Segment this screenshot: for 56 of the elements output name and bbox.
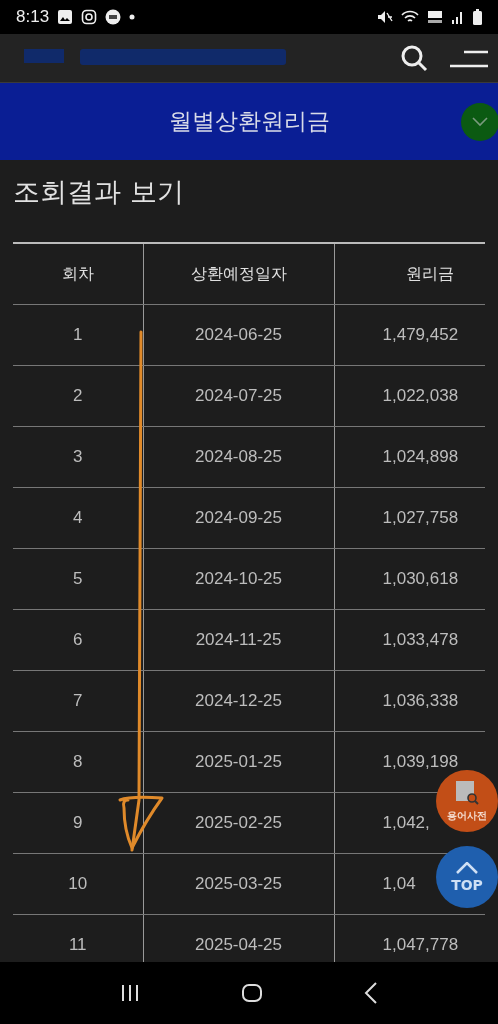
- search-icon[interactable]: [400, 44, 428, 72]
- mute-icon: [377, 10, 393, 24]
- table-cell: 1,479,452: [382, 325, 459, 344]
- table-cell: 1,036,338: [382, 691, 459, 710]
- table-cell: 8: [73, 752, 83, 771]
- wifi-icon: [401, 10, 419, 24]
- status-time: 8:13: [16, 7, 50, 27]
- table-cell: 1,04: [382, 874, 416, 893]
- table-cell: 1,047,778: [382, 935, 459, 954]
- table-cell: 2024-12-25: [195, 691, 282, 710]
- table-cell: 1,033,478: [382, 630, 459, 649]
- table-cell: 2024-06-25: [195, 325, 282, 344]
- table-cell: 2024-07-25: [195, 386, 282, 405]
- column-header: 원리금: [405, 263, 454, 283]
- table-cell: 2025-03-25: [195, 874, 282, 893]
- table-cell: 1,030,618: [382, 569, 459, 588]
- table-cell: 2024-10-25: [195, 569, 282, 588]
- section-title: 조회결과 보기: [13, 175, 185, 209]
- dot-icon: [129, 14, 136, 20]
- battery-icon: [473, 9, 482, 25]
- book-search-icon: [455, 779, 479, 806]
- table-cell: 2025-01-25: [195, 752, 282, 771]
- table-cell: 3: [73, 447, 83, 466]
- table-cell: 1: [73, 325, 83, 344]
- table-cell: 5: [73, 569, 83, 588]
- table-cell: 1,027,758: [382, 508, 459, 527]
- table-cell: 9: [73, 813, 83, 832]
- expand-button[interactable]: [461, 103, 498, 141]
- signal-icon: [451, 10, 465, 24]
- table-cell: 1,022,038: [382, 386, 459, 405]
- page-title: 월별상환원리금: [168, 107, 330, 136]
- recent-apps-icon[interactable]: [120, 984, 141, 1002]
- back-icon[interactable]: [363, 982, 378, 1004]
- column-header: 회차: [61, 263, 94, 283]
- gallery-icon: [57, 9, 74, 25]
- table-cell: 7: [73, 691, 83, 710]
- table-cell: 10: [68, 874, 88, 893]
- table-cell: 2024-11-25: [195, 630, 282, 649]
- camera-icon: [81, 9, 98, 25]
- table-cell: 2024-08-25: [195, 447, 282, 466]
- table-cell: 2024-09-25: [195, 508, 282, 527]
- table-cell: 2025-04-25: [195, 935, 282, 954]
- table-cell: 11: [68, 935, 87, 954]
- chevron-up-icon: [456, 861, 478, 874]
- glossary-button[interactable]: 용어사전: [436, 770, 498, 832]
- table-cell: 1,042,: [382, 813, 430, 832]
- table-cell: 1,024,898: [382, 447, 459, 466]
- table-cell: 1,039,198: [382, 752, 459, 771]
- column-header: 상환예정일자: [190, 263, 287, 283]
- table-cell: 2: [73, 386, 83, 405]
- home-icon[interactable]: [241, 983, 263, 1003]
- chevron-down-icon: [472, 117, 488, 127]
- scroll-top-button[interactable]: TOP: [436, 846, 498, 908]
- table-cell: 2025-02-25: [195, 813, 282, 832]
- table-cell: 4: [73, 508, 83, 527]
- table-cell: 6: [73, 630, 83, 649]
